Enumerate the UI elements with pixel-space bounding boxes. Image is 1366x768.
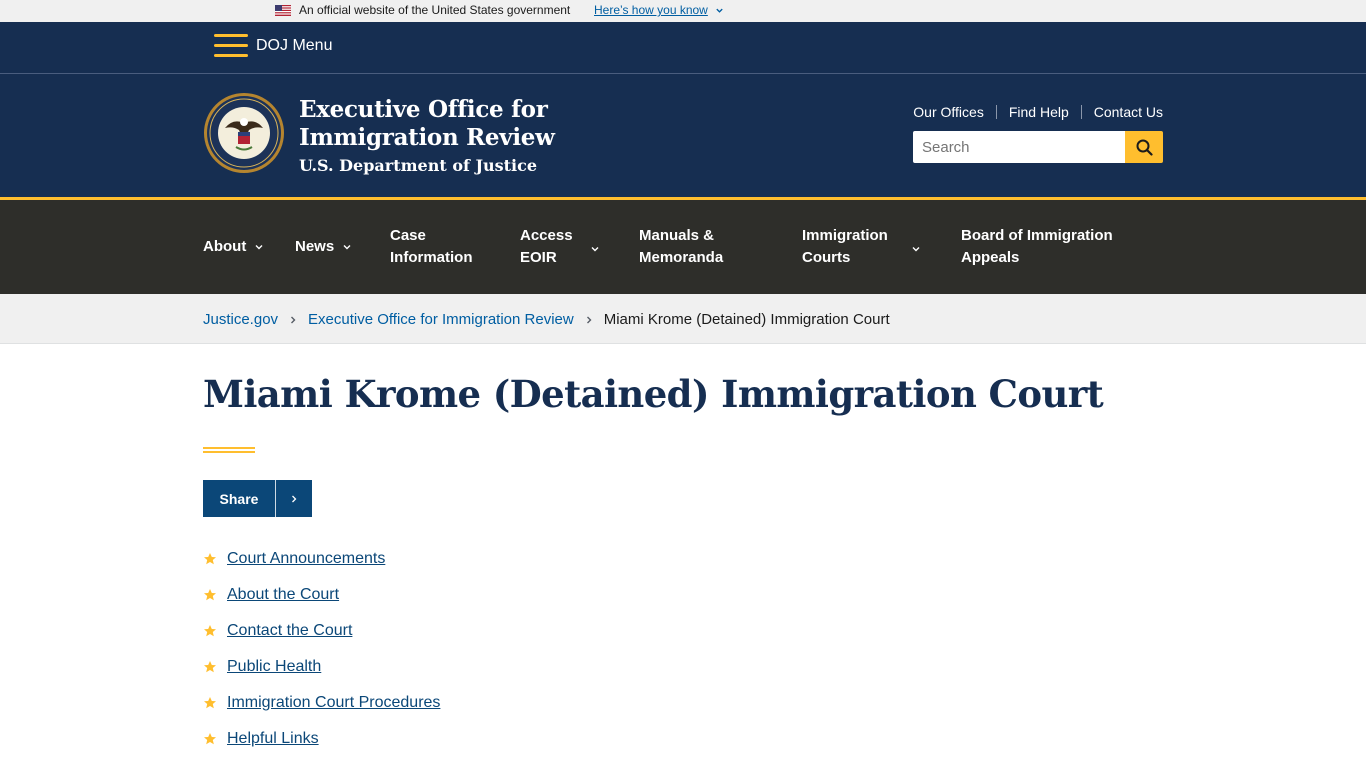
search-input[interactable] bbox=[913, 131, 1125, 163]
nav-bia-line1: Board of Immigration bbox=[961, 227, 1113, 244]
nav-access-eoir-line2: EOIR bbox=[520, 249, 557, 266]
nav-news-label: News bbox=[295, 238, 335, 255]
star-icon bbox=[204, 733, 216, 745]
gov-banner: An official website of the United States… bbox=[0, 0, 1366, 22]
list-item: Court Announcements bbox=[203, 541, 440, 577]
hamburger-menu-icon[interactable] bbox=[214, 34, 248, 58]
breadcrumb-eoir[interactable]: Executive Office for Immigration Review bbox=[308, 311, 574, 328]
official-site-text: An official website of the United States… bbox=[299, 3, 571, 17]
court-announcements-link[interactable]: Court Announcements bbox=[227, 550, 385, 568]
share-button[interactable]: Share bbox=[203, 480, 312, 517]
chevron-right-icon bbox=[291, 316, 296, 323]
divider bbox=[275, 480, 276, 517]
star-icon bbox=[204, 625, 216, 637]
nav-case-information[interactable]: Case Information bbox=[390, 200, 473, 294]
contact-the-court-link[interactable]: Contact the Court bbox=[227, 622, 352, 640]
find-help-link[interactable]: Find Help bbox=[1009, 104, 1069, 120]
primary-nav: About News Case Information Access EOIR … bbox=[0, 200, 1366, 294]
breadcrumb-justice-gov[interactable]: Justice.gov bbox=[203, 311, 278, 328]
nav-immigration-courts[interactable]: Immigration Courts bbox=[802, 200, 924, 294]
helpful-links-link[interactable]: Helpful Links bbox=[227, 730, 319, 748]
nav-news[interactable]: News bbox=[295, 200, 352, 294]
list-item: About the Court bbox=[203, 577, 440, 613]
nav-about[interactable]: About bbox=[203, 200, 264, 294]
nav-immigration-courts-line1: Immigration bbox=[802, 227, 888, 244]
us-flag-icon bbox=[275, 5, 291, 16]
star-icon bbox=[204, 697, 216, 709]
department-name: U.S. Department of Justice bbox=[299, 156, 538, 175]
chevron-right-icon bbox=[292, 495, 297, 502]
share-label: Share bbox=[219, 490, 259, 507]
chevron-down-icon[interactable] bbox=[715, 6, 724, 15]
nav-board-of-immigration-appeals[interactable]: Board of Immigration Appeals bbox=[961, 200, 1113, 294]
nav-manuals-line1: Manuals & bbox=[639, 227, 715, 244]
divider bbox=[1080, 105, 1082, 119]
court-links-list: Court Announcements About the Court Cont… bbox=[203, 541, 440, 757]
nav-case-information-line2: Information bbox=[390, 249, 473, 266]
list-item: Contact the Court bbox=[203, 613, 440, 649]
chevron-down-icon bbox=[343, 245, 351, 250]
chevron-down-icon bbox=[912, 247, 920, 252]
page-title: Miami Krome (Detained) Immigration Court bbox=[203, 372, 1104, 416]
public-health-link[interactable]: Public Health bbox=[227, 658, 321, 676]
list-item: Helpful Links bbox=[203, 721, 440, 757]
chevron-down-icon bbox=[255, 245, 263, 250]
star-icon bbox=[204, 661, 216, 673]
list-item: Public Health bbox=[203, 649, 440, 685]
nav-bia-line2: Appeals bbox=[961, 249, 1020, 266]
agency-title-line1: Executive Office for bbox=[299, 96, 548, 123]
doj-seal-icon[interactable] bbox=[203, 92, 285, 174]
how-you-know-link[interactable]: Here’s how you know bbox=[594, 3, 708, 17]
utility-links: Our Offices Find Help Contact Us bbox=[913, 104, 1163, 120]
breadcrumb-current: Miami Krome (Detained) Immigration Court bbox=[603, 311, 890, 328]
nav-case-information-line1: Case bbox=[390, 227, 426, 244]
agency-title[interactable]: Executive Office for Immigration Review bbox=[299, 96, 555, 152]
about-the-court-link[interactable]: About the Court bbox=[227, 586, 339, 604]
doj-menu-bar: DOJ Menu bbox=[0, 22, 1366, 74]
star-icon bbox=[204, 589, 216, 601]
immigration-court-procedures-link[interactable]: Immigration Court Procedures bbox=[227, 694, 440, 712]
nav-about-label: About bbox=[203, 238, 247, 255]
title-divider bbox=[203, 447, 255, 453]
search-form bbox=[913, 131, 1163, 163]
site-header: Executive Office for Immigration Review … bbox=[0, 74, 1366, 200]
star-icon bbox=[204, 553, 216, 565]
chevron-right-icon bbox=[586, 316, 592, 323]
nav-manuals-line2: Memoranda bbox=[639, 249, 724, 266]
nav-access-eoir-line1: Access bbox=[520, 227, 573, 244]
chevron-down-icon bbox=[591, 247, 599, 252]
nav-immigration-courts-line2: Courts bbox=[802, 249, 851, 266]
agency-title-line2: Immigration Review bbox=[299, 124, 555, 151]
list-item: Immigration Court Procedures bbox=[203, 685, 440, 721]
divider bbox=[995, 105, 997, 119]
doj-menu-button[interactable]: DOJ Menu bbox=[256, 37, 332, 55]
our-offices-link[interactable]: Our Offices bbox=[913, 104, 984, 120]
nav-manuals-memoranda[interactable]: Manuals & Memoranda bbox=[639, 200, 723, 294]
contact-us-link[interactable]: Contact Us bbox=[1094, 104, 1163, 120]
search-button[interactable] bbox=[1125, 131, 1163, 163]
breadcrumb: Justice.gov Executive Office for Immigra… bbox=[0, 294, 1366, 344]
nav-access-eoir[interactable]: Access EOIR bbox=[520, 200, 600, 294]
search-icon bbox=[1136, 139, 1153, 156]
